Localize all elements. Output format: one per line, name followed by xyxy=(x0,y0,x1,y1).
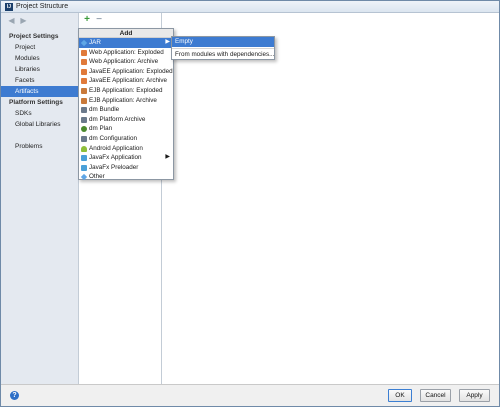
dm-icon xyxy=(81,116,87,123)
cancel-button[interactable]: Cancel xyxy=(420,389,451,402)
sidebar-item-libraries[interactable]: Libraries xyxy=(1,64,79,75)
section-platform-settings: Platform Settings xyxy=(9,99,63,106)
submenu-item-from-modules[interactable]: From modules with dependencies... xyxy=(172,50,274,60)
menu-item-javafx-preloader[interactable]: JavaFx Preloader xyxy=(79,163,173,173)
javafx-icon xyxy=(81,155,87,162)
diamond-icon xyxy=(80,174,88,181)
submenu-arrow-icon: ▶ xyxy=(165,154,170,161)
window-title: Project Structure xyxy=(16,3,69,10)
dm-plan-icon xyxy=(81,126,87,133)
menu-item-javaee-app-archive[interactable]: JavaEE Application: Archive xyxy=(79,76,173,86)
forward-arrow-icon[interactable]: ▶ xyxy=(19,16,28,25)
web-icon xyxy=(81,68,87,75)
ejb-icon xyxy=(81,97,87,104)
ok-button[interactable]: OK xyxy=(388,389,412,402)
web-icon xyxy=(81,78,87,85)
menu-item-jar[interactable]: JAR ▶ xyxy=(79,38,173,48)
diamond-icon xyxy=(80,39,88,47)
ejb-icon xyxy=(81,87,87,94)
menu-item-ejb-app-archive[interactable]: EJB Application: Archive xyxy=(79,96,173,106)
menu-item-dm-plan[interactable]: dm Plan xyxy=(79,124,173,134)
menu-item-dm-bundle[interactable]: dm Bundle xyxy=(79,105,173,115)
add-artifact-menu: Add JAR ▶ Web Application: Exploded Web … xyxy=(78,28,174,182)
dialog-button-bar: ? OK Cancel Apply xyxy=(1,384,499,406)
help-icon[interactable]: ? xyxy=(10,391,19,400)
submenu-item-empty[interactable]: Empty xyxy=(172,37,274,47)
remove-artifact-button[interactable]: − xyxy=(94,15,104,25)
menu-item-other[interactable]: Other xyxy=(79,172,173,182)
javafx-icon xyxy=(81,164,87,171)
web-icon xyxy=(81,49,87,56)
sidebar-item-sdks[interactable]: SDKs xyxy=(1,108,79,119)
sidebar-item-modules[interactable]: Modules xyxy=(1,53,79,64)
title-bar: IJ Project Structure xyxy=(1,1,499,13)
add-artifact-button[interactable]: + xyxy=(82,15,92,25)
sidebar-item-artifacts[interactable]: Artifacts xyxy=(1,86,79,97)
sidebar-item-problems[interactable]: Problems xyxy=(1,141,79,152)
sidebar-item-global-libraries[interactable]: Global Libraries xyxy=(1,119,79,130)
sidebar-item-project[interactable]: Project xyxy=(1,42,79,53)
menu-item-web-app-exploded[interactable]: Web Application: Exploded xyxy=(79,48,173,58)
menu-item-ejb-app-exploded[interactable]: EJB Application: Exploded xyxy=(79,86,173,96)
menu-item-dm-platform-archive[interactable]: dm Platform Archive xyxy=(79,115,173,125)
menu-item-android-application[interactable]: Android Application xyxy=(79,144,173,154)
section-project-settings: Project Settings xyxy=(9,33,59,40)
menu-item-javaee-app-exploded[interactable]: JavaEE Application: Exploded xyxy=(79,67,173,77)
project-structure-window: IJ Project Structure ◀ ▶ Project Setting… xyxy=(0,0,500,407)
submenu-arrow-icon: ▶ xyxy=(165,39,170,45)
web-icon xyxy=(81,59,87,66)
intellij-icon: IJ xyxy=(5,3,13,11)
add-menu-header: Add xyxy=(79,29,173,38)
menu-item-web-app-archive[interactable]: Web Application: Archive xyxy=(79,57,173,67)
jar-submenu: Empty From modules with dependencies... xyxy=(171,36,275,60)
dm-icon xyxy=(81,135,87,142)
artifact-details-pane xyxy=(162,13,499,384)
sidebar-item-facets[interactable]: Facets xyxy=(1,75,79,86)
dm-icon xyxy=(81,107,87,114)
menu-item-javafx-application[interactable]: JavaFx Application ▶ xyxy=(79,153,173,163)
sidebar: ◀ ▶ Project Settings Project Modules Lib… xyxy=(1,13,79,384)
back-arrow-icon[interactable]: ◀ xyxy=(7,16,16,25)
menu-item-dm-configuration[interactable]: dm Configuration xyxy=(79,134,173,144)
submenu-separator xyxy=(172,48,274,49)
android-icon xyxy=(81,145,87,152)
apply-button[interactable]: Apply xyxy=(459,389,490,402)
